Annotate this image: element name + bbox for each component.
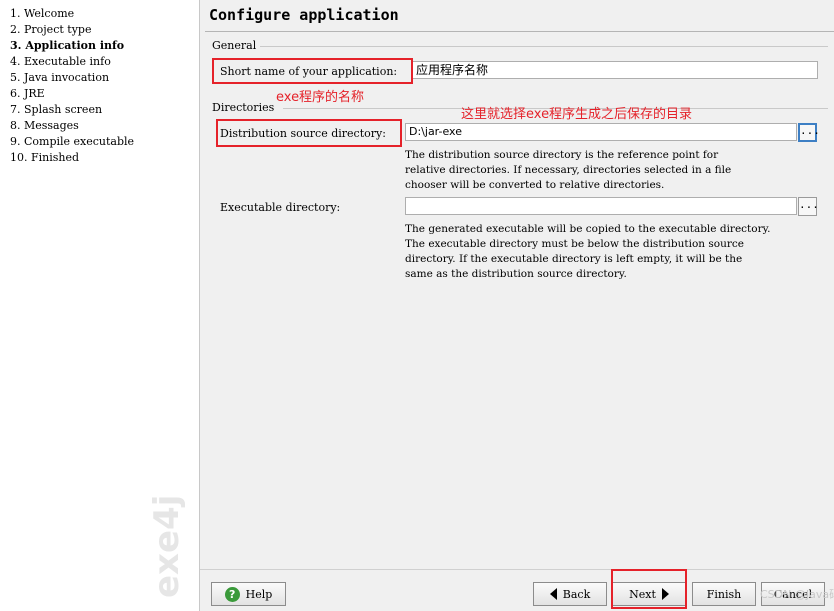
help-button-label: Help <box>245 587 273 601</box>
step-messages[interactable]: 8. Messages <box>10 119 79 132</box>
step-splash-screen[interactable]: 7. Splash screen <box>10 103 102 116</box>
step-jre[interactable]: 6. JRE <box>10 87 45 100</box>
short-name-input[interactable]: 应用程序名称 <box>412 61 818 79</box>
step-executable-info[interactable]: 4. Executable info <box>10 55 111 68</box>
step-welcome[interactable]: 1. Welcome <box>10 7 74 20</box>
step-project-type[interactable]: 2. Project type <box>10 23 91 36</box>
back-button-label: Back <box>562 587 591 601</box>
section-directories: Directories <box>212 101 275 114</box>
dist-source-browse-button[interactable]: ... <box>798 123 820 142</box>
button-bar-divider <box>200 569 834 570</box>
help-button[interactable]: ? Help <box>211 582 286 606</box>
exe-dir-input[interactable] <box>405 197 797 215</box>
step-compile-executable[interactable]: 9. Compile executable <box>10 135 134 148</box>
exe-dir-label: Executable directory: <box>220 201 341 214</box>
section-general: General <box>212 39 257 52</box>
watermark-text: CSDN @Java码哥 <box>760 588 834 601</box>
section-general-line <box>260 46 828 47</box>
back-arrow-icon <box>549 588 557 600</box>
note-exe-name: exe程序的名称 <box>276 90 365 105</box>
highlight-short-name <box>212 58 413 84</box>
finish-button-label: Finish <box>706 587 742 601</box>
step-java-invocation[interactable]: 5. Java invocation <box>10 71 109 84</box>
title-divider <box>205 31 834 32</box>
wizard-sidebar: 1. Welcome 2. Project type 3. Applicatio… <box>0 0 200 611</box>
note-directory: 这里就选择exe程序生成之后保存的目录 <box>461 107 693 122</box>
dist-source-help-text: The distribution source directory is the… <box>405 149 732 191</box>
finish-button[interactable]: Finish <box>692 582 756 606</box>
highlight-next-button <box>611 569 687 609</box>
brand-text: exe4j <box>148 495 187 598</box>
exe-dir-browse-button[interactable]: ... <box>798 197 819 216</box>
highlight-dist-source <box>216 119 402 147</box>
page-title: Configure application <box>209 6 399 24</box>
help-icon: ? <box>224 586 240 602</box>
exe-dir-help-text: The generated executable will be copied … <box>405 223 771 280</box>
back-button[interactable]: Back <box>533 582 607 606</box>
dist-source-input[interactable]: D:\jar-exe <box>405 123 797 141</box>
step-application-info[interactable]: 3. Application info <box>10 39 124 52</box>
exe4j-logo: exe4j <box>148 495 187 598</box>
step-finished[interactable]: 10. Finished <box>10 151 79 164</box>
